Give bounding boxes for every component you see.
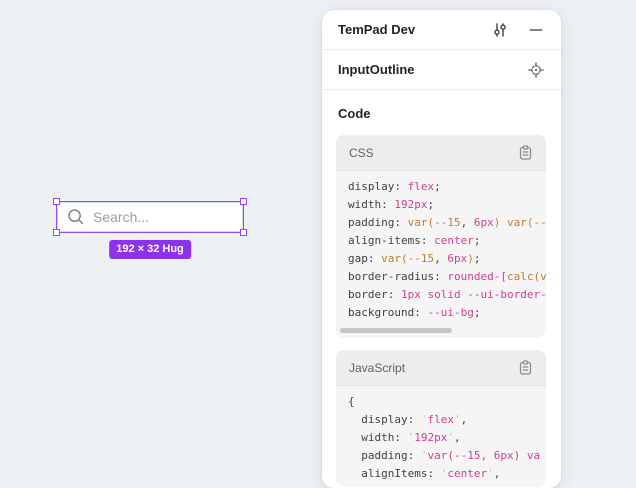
sliders-icon[interactable] — [489, 19, 511, 41]
javascript-block-label: JavaScript — [349, 361, 514, 375]
css-block-header: CSS — [336, 135, 546, 171]
copy-javascript-clipboard-icon[interactable] — [514, 357, 536, 379]
panel-title: TemPad Dev — [338, 22, 489, 37]
code-section-title: Code — [338, 106, 546, 121]
copy-css-clipboard-icon[interactable] — [514, 142, 536, 164]
search-icon — [67, 208, 85, 226]
tempad-dev-panel: TemPad Dev InputOutline — [322, 10, 561, 488]
component-row: InputOutline — [322, 50, 561, 90]
component-name: InputOutline — [338, 62, 525, 77]
search-placeholder: Search... — [93, 209, 149, 225]
panel-header: TemPad Dev — [322, 10, 561, 50]
code-section: Code CSS display: flex;width: 192px;padd… — [322, 90, 561, 487]
minimize-icon[interactable] — [525, 19, 547, 41]
css-block-label: CSS — [349, 146, 514, 160]
search-input[interactable]: Search... — [57, 202, 243, 232]
css-code-block: CSS display: flex;width: 192px;padding: … — [336, 135, 546, 338]
locate-icon[interactable] — [525, 59, 547, 81]
javascript-block-header: JavaScript — [336, 350, 546, 386]
selection-size-badge: 192 × 32 Hug — [109, 240, 191, 259]
scrollbar-thumb[interactable] — [340, 328, 452, 333]
css-horizontal-scrollbar — [336, 326, 546, 338]
javascript-code-block: JavaScript { display: 'flex', width: '19… — [336, 350, 546, 487]
css-code[interactable]: display: flex;width: 192px;padding: var(… — [336, 171, 546, 326]
